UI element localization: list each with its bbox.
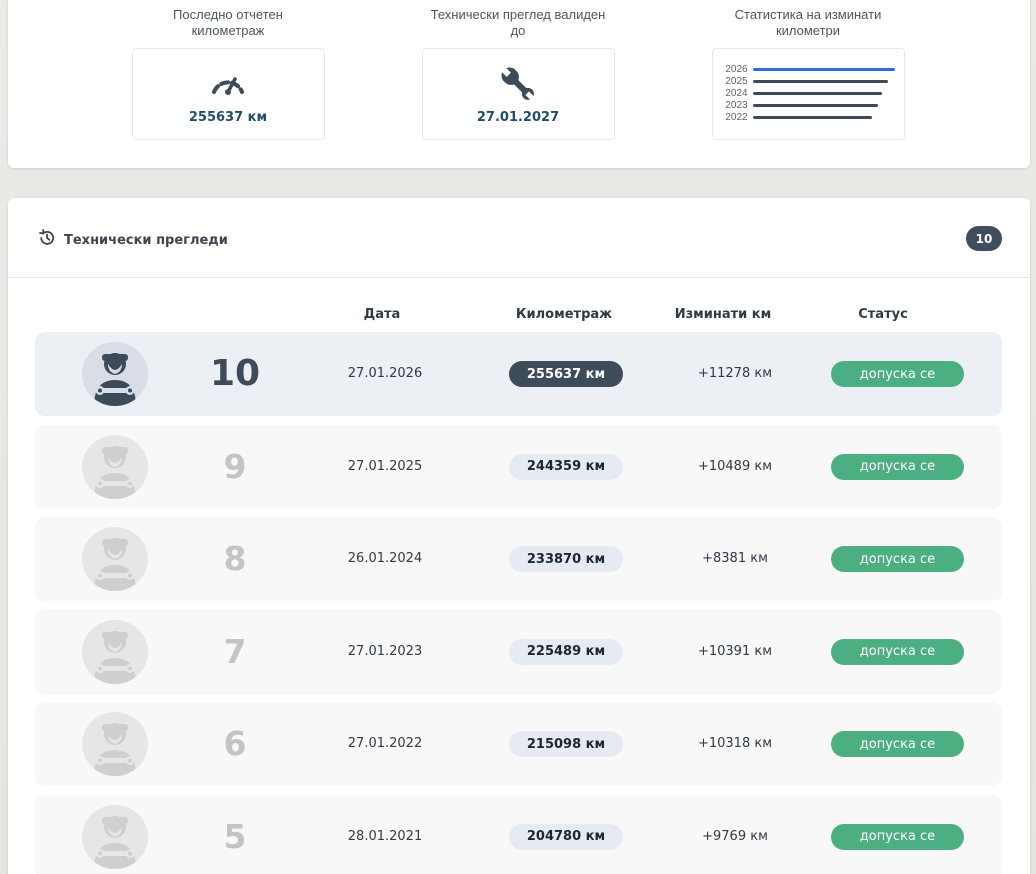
- status-badge: допуска се: [831, 638, 964, 665]
- inspection-stat: Технически преглед валиден до 27.01.2027: [418, 7, 618, 140]
- inspection-stat-title: Технически преглед валиден до: [430, 7, 606, 38]
- inspection-mileage: 255637 км: [509, 361, 623, 387]
- mini-chart-row: 2026: [721, 63, 901, 75]
- inspection-date: 28.01.2021: [347, 828, 423, 844]
- mini-chart-row: 2024: [721, 87, 901, 99]
- mini-chart-bar: [752, 91, 882, 95]
- inspections-count-badge: 10: [966, 226, 1002, 251]
- inspection-row[interactable]: 8 26.01.2024 233870 км +8381 км допуска се: [35, 517, 1002, 601]
- inspection-row[interactable]: 9 27.01.2025 244359 км +10489 км допуска се: [35, 424, 1002, 509]
- inspection-mileage: 215098 км: [509, 731, 623, 757]
- mini-chart-row: 2022: [721, 111, 901, 123]
- mini-chart-year-label: 2022: [725, 111, 748, 123]
- inspection-traveled-km: +10489 км: [697, 458, 773, 474]
- inspection-mileage: 204780 км: [509, 823, 623, 850]
- inspection-mileage: 244359 км: [509, 453, 623, 480]
- speedometer-icon: [133, 66, 324, 100]
- column-header-traveled: Изминати км: [674, 307, 772, 322]
- mini-chart-bar: [752, 67, 895, 71]
- inspection-number: 6: [223, 724, 247, 763]
- mini-chart-bar: [752, 115, 872, 119]
- mileage-value: 255637 км: [188, 110, 268, 125]
- inspection-number: 8: [223, 539, 247, 578]
- mileage-stat: Последно отчетен километраж 255637 км: [128, 7, 328, 140]
- mechanic-avatar-icon: [82, 619, 148, 684]
- inspection-traveled-km: +9769 км: [702, 828, 768, 844]
- inspection-traveled-km: +11278 км: [697, 366, 773, 381]
- inspection-number: 10: [209, 353, 261, 394]
- inspections-title-text: Технически прегледи: [64, 232, 228, 248]
- inspection-stat-box: 27.01.2027: [421, 48, 615, 140]
- mechanic-avatar-icon: [82, 804, 148, 869]
- inspection-date: 27.01.2022: [347, 736, 423, 751]
- column-header-date: Дата: [363, 307, 401, 322]
- inspection-row[interactable]: 7 27.01.2023 225489 км +10391 км допуска се: [35, 609, 1002, 694]
- mileage-stat-box: 255637 км: [131, 48, 325, 140]
- inspection-row[interactable]: 5 28.01.2021 204780 км +9769 км допуска се: [35, 794, 1002, 874]
- statistics-chart-box[interactable]: 2026 2025 2024 2023 2022: [711, 48, 905, 140]
- history-icon: [38, 229, 56, 251]
- inspection-date: 27.01.2023: [347, 643, 423, 659]
- mechanic-avatar-icon: [82, 712, 148, 776]
- status-badge: допуска се: [831, 361, 964, 387]
- mini-chart-year-label: 2025: [725, 75, 748, 87]
- inspection-row[interactable]: 10 27.01.2026 255637 км +11278 км допуска се: [35, 332, 1002, 416]
- statistics-stat: Статистика на изминати километри 2026 202…: [708, 7, 908, 140]
- mini-chart-year-label: 2026: [725, 63, 748, 75]
- inspection-mileage: 233870 км: [509, 546, 623, 572]
- mechanic-avatar-icon: [82, 342, 148, 406]
- mini-chart-row: 2025: [721, 75, 901, 87]
- mileage-stat-title: Последно отчетен километраж: [173, 7, 283, 38]
- mechanic-avatar-icon: [82, 434, 148, 499]
- inspections-title: Технически прегледи: [38, 229, 228, 251]
- inspections-header: Технически прегледи 10: [8, 198, 1030, 278]
- inspection-traveled-km: +10391 км: [697, 643, 773, 659]
- mileage-mini-chart: 2026 2025 2024 2023 2022: [721, 63, 901, 123]
- status-badge: допуска се: [831, 731, 964, 757]
- status-badge: допуска се: [831, 453, 964, 480]
- inspection-traveled-km: +10318 км: [697, 736, 773, 751]
- column-header-status: Статус: [858, 307, 908, 322]
- mini-chart-bar: [752, 79, 888, 83]
- inspection-valid-date: 27.01.2027: [476, 110, 560, 125]
- mini-chart-year-label: 2023: [725, 99, 748, 111]
- inspection-number: 5: [223, 816, 247, 856]
- inspections-card: Технически прегледи 10 Дата Километраж И…: [8, 198, 1030, 874]
- summary-card: Последно отчетен километраж 255637 км Те…: [8, 0, 1030, 168]
- inspection-mileage: 225489 км: [509, 638, 623, 665]
- mini-chart-row: 2023: [721, 99, 901, 111]
- status-badge: допуска се: [831, 546, 964, 572]
- inspection-date: 26.01.2024: [347, 551, 423, 566]
- inspection-date: 27.01.2025: [347, 458, 423, 474]
- statistics-stat-title: Статистика на изминати километри: [734, 7, 882, 38]
- mini-chart-year-label: 2024: [725, 87, 748, 99]
- mechanic-avatar-icon: [82, 527, 148, 591]
- column-header-mileage: Километраж: [515, 307, 613, 322]
- inspection-row[interactable]: 6 27.01.2022 215098 км +10318 км допуска се: [35, 702, 1002, 786]
- inspection-date: 27.01.2026: [347, 366, 423, 381]
- wrench-icon: [423, 66, 614, 101]
- status-badge: допуска се: [831, 823, 964, 850]
- inspection-number: 7: [223, 631, 247, 671]
- mini-chart-bar: [752, 103, 878, 107]
- inspection-traveled-km: +8381 км: [702, 551, 768, 566]
- inspection-number: 9: [223, 446, 247, 486]
